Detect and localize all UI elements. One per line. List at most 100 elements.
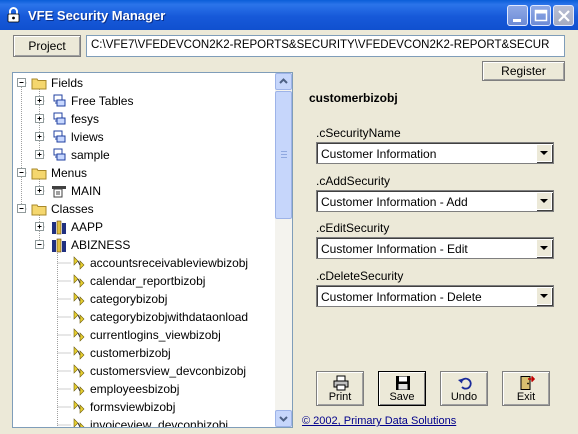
delete-security-combo[interactable]: Customer Information - Delete <box>316 285 554 307</box>
minus-icon <box>19 82 24 83</box>
class-icon <box>73 310 85 324</box>
chevron-down-icon <box>540 246 548 250</box>
scroll-down-button[interactable] <box>275 410 292 427</box>
tree-label: MAIN <box>71 184 101 198</box>
collapse-toggle[interactable] <box>17 204 26 213</box>
tree-label: accountsreceivableviewbizobj <box>90 256 249 270</box>
tree-label: categorybizobj <box>90 292 168 306</box>
tree-label: AAPP <box>71 220 104 234</box>
minimize-icon <box>513 19 521 22</box>
plus-icon <box>37 116 42 121</box>
combo-value: Customer Information - Delete <box>321 290 482 304</box>
chevron-down-icon <box>540 151 548 155</box>
undo-button[interactable]: Undo <box>440 371 488 406</box>
tree-label: categorybizobjwithdataonload <box>90 310 249 324</box>
grip-line <box>281 151 287 152</box>
arrow-down-icon <box>279 416 288 422</box>
register-button[interactable]: Register <box>482 61 565 81</box>
close-button[interactable] <box>553 5 574 26</box>
plus-icon <box>37 224 42 229</box>
lock-icon <box>7 7 20 23</box>
chevron-down-icon <box>540 199 548 203</box>
combo-value: Customer Information <box>321 147 437 161</box>
combo-value: Customer Information - Add <box>321 195 468 209</box>
plus-icon <box>37 134 42 139</box>
tree-label: Menus <box>51 166 88 180</box>
copyright-link[interactable]: © 2002, Primary Data Solutions <box>302 415 456 427</box>
tree-label: sample <box>71 148 110 162</box>
expand-toggle[interactable] <box>35 114 44 123</box>
expand-toggle[interactable] <box>35 222 44 231</box>
database-icon <box>53 94 66 107</box>
floppy-disk-icon <box>396 376 410 390</box>
database-icon <box>53 130 66 143</box>
security-manager-window: VFE Security Manager Project C:\VFE7\VFE… <box>0 0 578 434</box>
tree-label: lviews <box>71 130 104 144</box>
print-button[interactable]: Print <box>316 371 364 406</box>
class-icon <box>73 256 85 270</box>
exit-door-icon <box>520 375 535 390</box>
save-button[interactable]: Save <box>378 371 426 406</box>
expand-toggle[interactable] <box>35 132 44 141</box>
dropdown-button[interactable] <box>536 239 552 257</box>
minimize-button[interactable] <box>507 5 528 26</box>
folder-icon <box>31 204 47 216</box>
expand-toggle[interactable] <box>35 150 44 159</box>
class-library-icon <box>52 238 66 253</box>
security-name-combo[interactable]: Customer Information <box>316 142 554 164</box>
scroll-up-button[interactable] <box>275 73 292 90</box>
dropdown-button[interactable] <box>536 287 552 305</box>
maximize-button[interactable] <box>530 5 551 26</box>
scroll-thumb[interactable] <box>275 91 292 219</box>
class-icon <box>73 292 85 306</box>
selected-object-name: customerbizobj <box>309 91 398 105</box>
delete-security-label: .cDeleteSecurity <box>316 269 404 283</box>
collapse-toggle[interactable] <box>17 168 26 177</box>
grip-line <box>281 154 287 155</box>
print-label: Print <box>328 391 352 403</box>
undo-label: Undo <box>450 391 478 403</box>
dropdown-button[interactable] <box>536 144 552 162</box>
expand-toggle[interactable] <box>35 96 44 105</box>
class-icon <box>73 382 85 396</box>
tree-label: Classes <box>51 202 94 216</box>
exit-label: Exit <box>516 391 536 403</box>
minus-icon <box>19 208 24 209</box>
project-path-field[interactable]: C:\VFE7\VFEDEVCON2K2-REPORTS&SECURITY\VF… <box>86 35 565 57</box>
project-tree[interactable]: Fields Free Tables fesys lviews sample M… <box>12 72 293 428</box>
arrow-up-icon <box>279 78 288 84</box>
tree-label: customersview_devconbizobj <box>90 364 247 378</box>
edit-security-combo[interactable]: Customer Information - Edit <box>316 237 554 259</box>
collapse-toggle[interactable] <box>35 240 44 249</box>
undo-icon <box>458 377 472 390</box>
class-icon <box>73 274 85 288</box>
project-button[interactable]: Project <box>13 35 81 57</box>
expand-toggle[interactable] <box>35 186 44 195</box>
tree-label: employeesbizobj <box>90 382 180 396</box>
class-icon <box>73 400 85 414</box>
class-library-icon <box>52 220 66 235</box>
plus-icon <box>37 98 42 103</box>
title-bar[interactable]: VFE Security Manager <box>0 0 578 30</box>
collapse-toggle[interactable] <box>17 78 26 87</box>
folder-icon <box>31 78 47 90</box>
maximize-icon <box>534 9 548 22</box>
tree-label: customerbizobj <box>90 346 171 360</box>
printer-icon <box>333 375 349 391</box>
folder-icon <box>31 168 47 180</box>
dropdown-button[interactable] <box>536 192 552 210</box>
edit-security-label: .cEditSecurity <box>316 221 390 235</box>
plus-icon <box>37 188 42 193</box>
tree-label: invoiceview_devconbizobj <box>90 418 229 428</box>
tree-label: ABIZNESS <box>71 238 131 252</box>
security-name-label: .cSecurityName <box>316 126 401 140</box>
exit-button[interactable]: Exit <box>502 371 550 406</box>
add-security-combo[interactable]: Customer Information - Add <box>316 190 554 212</box>
tree-label: calendar_reportbizobj <box>90 274 206 288</box>
window-title: VFE Security Manager <box>28 8 166 23</box>
class-icon <box>73 346 85 360</box>
tree-scrollbar[interactable] <box>275 73 292 427</box>
tree-label: Fields <box>51 76 84 90</box>
grip-line <box>281 157 287 158</box>
database-icon <box>53 112 66 125</box>
